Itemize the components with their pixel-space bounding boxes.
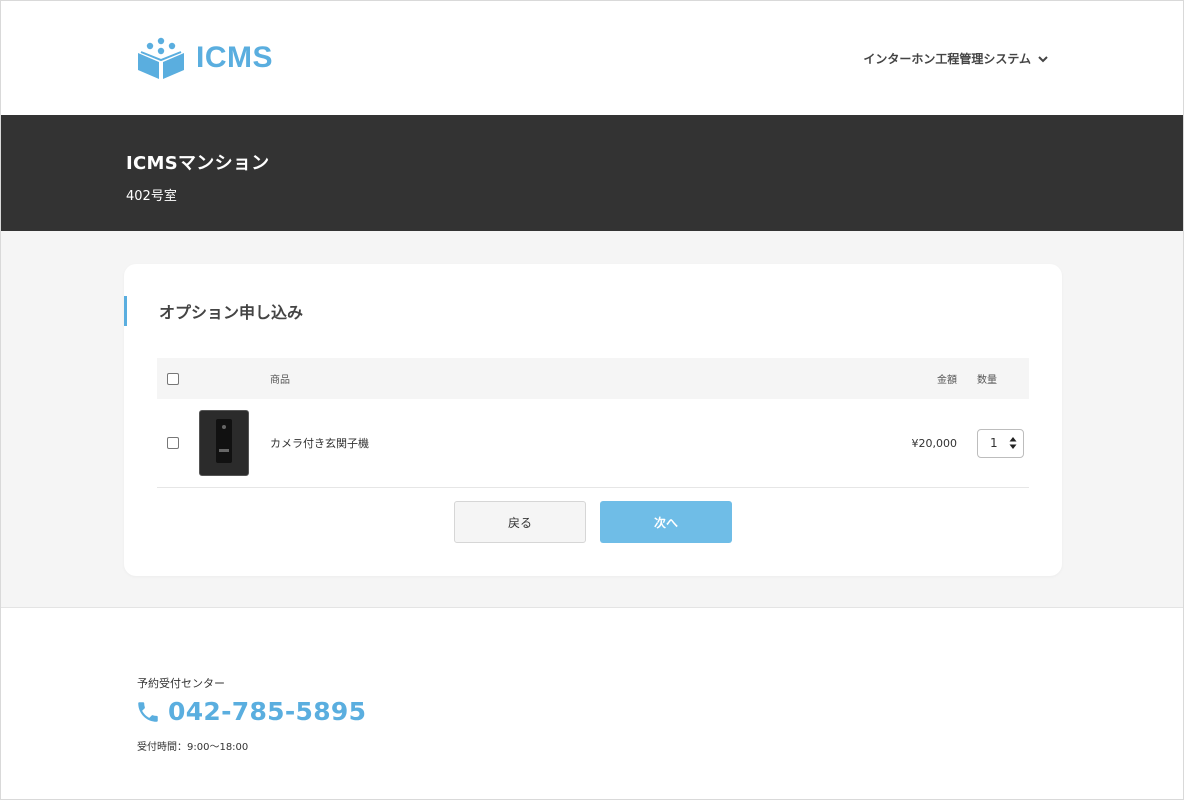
select-all-checkbox[interactable] (167, 372, 179, 385)
site-footer: 予約受付センター 042-785-5895 受付時間：9:00〜18:00 (1, 608, 1183, 799)
option-card: オプション申し込み 商品 金額 数量 カメラ付き玄関子機 ¥20,000 1 戻… (124, 264, 1062, 576)
product-image (199, 410, 249, 476)
product-price: ¥20,000 (911, 436, 958, 450)
system-menu[interactable]: インターホン工程管理システム (863, 50, 1049, 67)
next-button[interactable]: 次へ (600, 501, 732, 543)
building-name: ICMSマンション (126, 153, 270, 174)
table-row: カメラ付き玄関子機 ¥20,000 1 (157, 399, 1029, 488)
page-frame: ICMS インターホン工程管理システム ICMSマンション 402号室 オプショ… (0, 0, 1184, 800)
business-hours: 受付時間：9:00〜18:00 (137, 742, 249, 753)
quantity-select[interactable]: 1 (977, 428, 1024, 458)
system-menu-label: インターホン工程管理システム (863, 52, 1031, 66)
header-qty: 数量 (977, 375, 997, 386)
phone-number: 042-785-5895 (168, 697, 367, 726)
form-actions: 戻る 次へ (454, 501, 732, 543)
logo[interactable]: ICMS (136, 37, 273, 79)
row-checkbox[interactable] (167, 437, 179, 449)
main-area: オプション申し込み 商品 金額 数量 カメラ付き玄関子機 ¥20,000 1 戻… (1, 231, 1183, 608)
site-header: ICMS インターホン工程管理システム (1, 1, 1183, 115)
phone-contact[interactable]: 042-785-5895 (135, 697, 366, 726)
logo-text: ICMS (196, 41, 273, 74)
back-button[interactable]: 戻る (454, 501, 586, 543)
chevron-down-icon (1038, 55, 1048, 62)
phone-icon (138, 701, 158, 722)
room-number: 402号室 (126, 189, 177, 204)
card-title: オプション申し込み (124, 296, 303, 326)
cube-logo-icon (138, 37, 184, 79)
stepper-arrows-icon (1009, 437, 1017, 449)
table-header: 商品 金額 数量 (157, 358, 1029, 399)
header-price: 金額 (937, 375, 957, 386)
reservation-center-label: 予約受付センター (137, 677, 225, 690)
quantity-value: 1 (990, 436, 998, 450)
header-product: 商品 (270, 375, 290, 386)
option-table: 商品 金額 数量 カメラ付き玄関子機 ¥20,000 1 (157, 358, 1029, 488)
product-name: カメラ付き玄関子機 (270, 437, 369, 450)
property-band: ICMSマンション 402号室 (1, 115, 1183, 231)
